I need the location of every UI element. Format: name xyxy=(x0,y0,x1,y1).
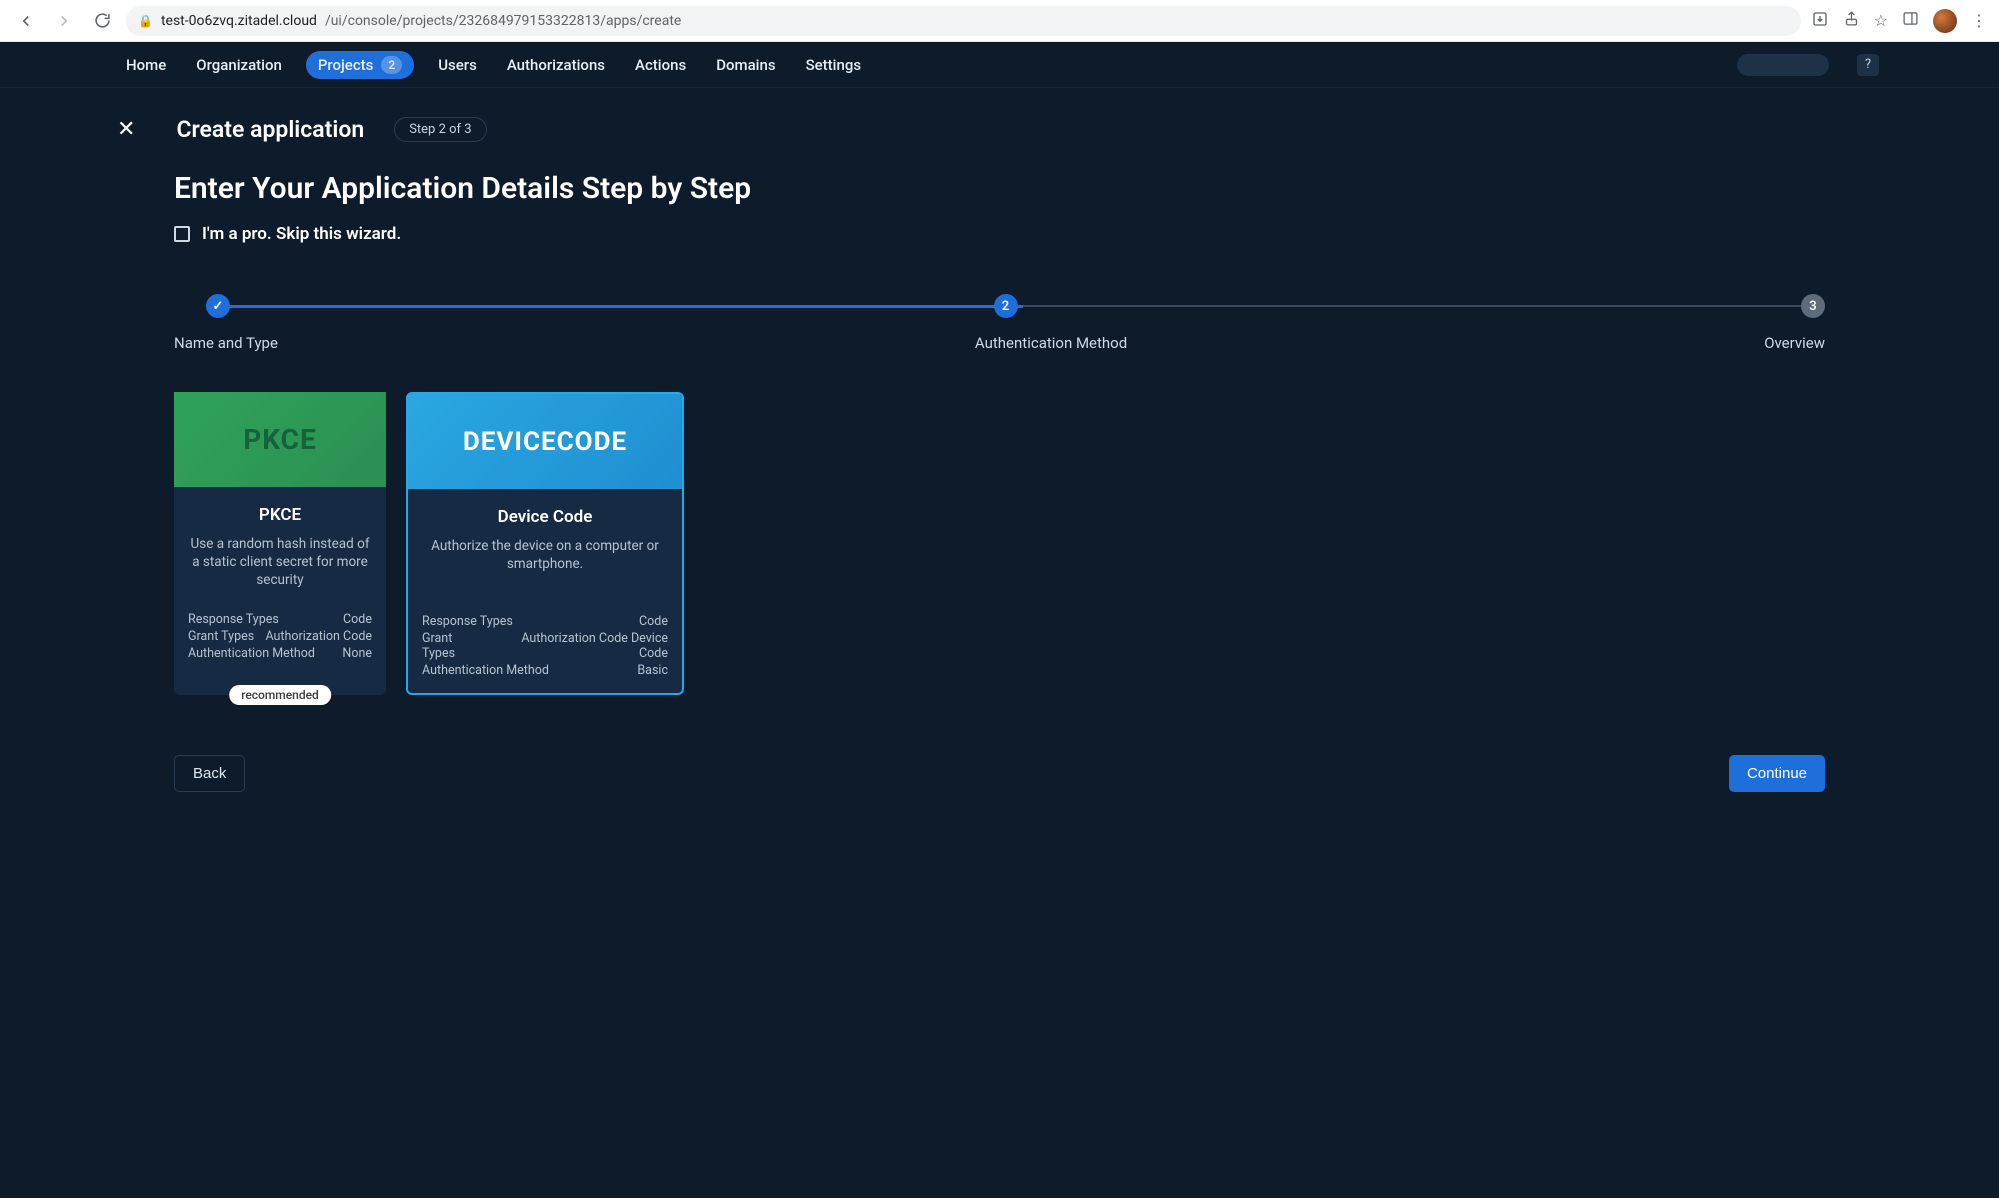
back-button[interactable]: Back xyxy=(174,755,245,792)
lock-icon: 🔒 xyxy=(138,14,153,28)
continue-button[interactable]: Continue xyxy=(1729,755,1825,792)
pkce-row3-label: Authentication Method xyxy=(188,646,315,661)
nav-domains[interactable]: Domains xyxy=(710,50,781,80)
pro-mode-checkbox-row[interactable]: I'm a pro. Skip this wizard. xyxy=(174,224,1879,244)
section-title: Enter Your Application Details Step by S… xyxy=(174,171,1879,206)
step-3-label: Overview xyxy=(1764,334,1825,352)
share-icon[interactable] xyxy=(1843,10,1860,31)
nav-projects[interactable]: Projects 2 xyxy=(306,51,414,79)
step-node-3[interactable]: 3 xyxy=(1801,294,1825,318)
card-pkce-details: Response Types Code Grant Types Authorizat… xyxy=(188,611,372,662)
nav-secondary-pill[interactable] xyxy=(1737,54,1829,76)
browser-forward-button[interactable] xyxy=(50,7,78,35)
nav-help-button[interactable]: ? xyxy=(1857,54,1879,76)
browser-back-button[interactable] xyxy=(12,7,40,35)
bookmark-star-icon[interactable]: ☆ xyxy=(1874,11,1888,30)
device-row1-label: Response Types xyxy=(422,614,513,629)
card-devicecode-header: DEVICECODE xyxy=(408,394,682,489)
step-3-badge: 3 xyxy=(1801,294,1825,318)
step-2-badge: 2 xyxy=(994,294,1018,318)
app-root: Home Organization Projects 2 Users Author… xyxy=(0,42,1999,1198)
close-icon[interactable]: ✕ xyxy=(117,117,135,142)
step-node-1[interactable]: ✓ xyxy=(206,294,230,318)
card-devicecode-details: Response Types Code Grant Types Authorizat… xyxy=(422,613,668,679)
device-row3-label: Authentication Method xyxy=(422,663,549,678)
nav-organization[interactable]: Organization xyxy=(190,50,288,80)
browser-reload-button[interactable] xyxy=(88,7,116,35)
install-app-icon[interactable] xyxy=(1811,10,1829,32)
nav-authorizations[interactable]: Authorizations xyxy=(501,50,611,80)
pkce-row1-value: Code xyxy=(343,612,372,627)
card-pkce[interactable]: PKCE PKCE Use a random hash instead of a… xyxy=(174,392,386,695)
pkce-row3-value: None xyxy=(342,646,372,661)
card-pkce-description: Use a random hash instead of a static cl… xyxy=(188,535,372,595)
step-1-label: Name and Type xyxy=(174,334,278,352)
card-pkce-title: PKCE xyxy=(188,505,372,525)
nav-actions[interactable]: Actions xyxy=(629,50,692,80)
card-devicecode[interactable]: DEVICECODE Device Code Authorize the dev… xyxy=(406,392,684,695)
page-title: Create application xyxy=(176,116,364,143)
browser-chrome: 🔒 test-0o6zvq.zitadel.cloud/ui/console/p… xyxy=(0,0,1999,42)
pkce-row2-label: Grant Types xyxy=(188,629,254,644)
browser-url-bar[interactable]: 🔒 test-0o6zvq.zitadel.cloud/ui/console/p… xyxy=(126,6,1801,36)
card-devicecode-description: Authorize the device on a computer or sm… xyxy=(422,537,668,597)
pro-mode-label: I'm a pro. Skip this wizard. xyxy=(202,224,401,244)
device-row1-value: Code xyxy=(639,614,668,629)
auth-method-cards: PKCE PKCE Use a random hash instead of a… xyxy=(174,392,1879,695)
url-host: test-0o6zvq.zitadel.cloud xyxy=(161,13,317,29)
nav-settings[interactable]: Settings xyxy=(800,50,868,80)
device-row3-value: Basic xyxy=(637,663,668,678)
top-nav: Home Organization Projects 2 Users Author… xyxy=(0,42,1999,88)
stepper: ✓ 2 3 xyxy=(174,294,1825,318)
page-content: ✕ Create application Step 2 of 3 Enter Y… xyxy=(0,88,1999,832)
url-path: /ui/console/projects/232684979153322813/… xyxy=(325,13,681,29)
nav-home[interactable]: Home xyxy=(120,50,172,80)
pkce-row2-value: Authorization Code xyxy=(265,629,372,644)
step-2-label: Authentication Method xyxy=(975,334,1127,352)
stepper-labels: Name and Type Authentication Method Over… xyxy=(174,334,1825,352)
step-node-2[interactable]: 2 xyxy=(994,294,1018,318)
pro-mode-checkbox[interactable] xyxy=(174,226,190,242)
nav-projects-badge: 2 xyxy=(381,56,402,74)
profile-avatar[interactable] xyxy=(1933,9,1957,33)
card-devicecode-title: Device Code xyxy=(422,507,668,527)
nav-projects-label: Projects xyxy=(318,56,374,74)
device-row2-value: Authorization Code Device Code xyxy=(494,631,668,661)
recommended-badge: recommended xyxy=(229,685,331,705)
panel-icon[interactable] xyxy=(1902,10,1919,31)
card-pkce-header: PKCE xyxy=(174,392,386,487)
wizard-footer: Back Continue xyxy=(174,755,1825,792)
kebab-menu-icon[interactable]: ⋮ xyxy=(1971,11,1987,30)
step-indicator-chip: Step 2 of 3 xyxy=(394,117,486,142)
pkce-row1-label: Response Types xyxy=(188,612,279,627)
step-1-badge: ✓ xyxy=(206,294,230,318)
device-row2-label: Grant Types xyxy=(422,631,486,661)
nav-users[interactable]: Users xyxy=(432,50,483,80)
